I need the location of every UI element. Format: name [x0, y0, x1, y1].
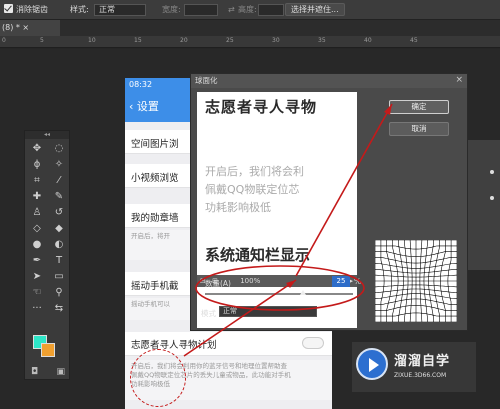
phone-item-title: 我的勋章墙 [131, 213, 179, 224]
dialog-title[interactable]: 球面化 [191, 74, 467, 88]
brush-icon[interactable]: ✎ [48, 189, 70, 203]
blur-icon[interactable]: ● [26, 237, 48, 251]
percent-sign: % [354, 277, 362, 286]
swap-colors-icon[interactable]: ⇆ [48, 301, 70, 315]
ruler-tick: 10 [88, 37, 96, 44]
ruler-tick: 0 [2, 37, 6, 44]
width-label: 宽度: [162, 5, 181, 14]
preview-heading: 志愿者寻人寻物 [205, 98, 318, 116]
phone-item-title: 摇动手机截 [131, 281, 179, 292]
ruler-tick: 25 [226, 37, 234, 44]
preview-heading-2: 系统通知栏显示 [205, 246, 311, 264]
close-icon[interactable]: × [455, 75, 463, 85]
ruler-tick: 35 [318, 37, 326, 44]
amount-slider[interactable] [205, 290, 353, 295]
zoom-icon[interactable]: ⚲ [48, 285, 70, 299]
lasso-icon[interactable]: ϕ [26, 157, 48, 171]
width-input[interactable] [184, 4, 218, 16]
horizontal-ruler: 0 5 10 15 20 25 30 35 40 45 [0, 36, 500, 48]
style-label: 样式: [70, 5, 89, 14]
healing-icon[interactable]: ✚ [26, 189, 48, 203]
history-brush-icon[interactable]: ↺ [48, 205, 70, 219]
path-select-icon[interactable]: ➤ [26, 269, 48, 283]
background-color-swatch[interactable] [41, 343, 55, 357]
watermark-name: 溜溜自学 [394, 354, 451, 369]
phone-toggle [302, 337, 324, 349]
preview-body-line: 佩戴QQ物联定位芯 [205, 183, 300, 196]
spherize-grid-thumbnail [375, 240, 457, 322]
antialias-checkbox[interactable] [4, 4, 13, 13]
ruler-tick: 30 [272, 37, 280, 44]
ruler-tick: 40 [364, 37, 372, 44]
mode-select[interactable]: 正常 [219, 306, 317, 317]
type-icon[interactable]: T [48, 253, 70, 267]
preview-body-line: 开启后，我们将会利 [205, 165, 304, 178]
amount-input[interactable]: 25 [332, 276, 350, 287]
magic-wand-icon[interactable]: ✧ [48, 157, 70, 171]
annotation-dashed-circle [130, 349, 186, 407]
eyedropper-icon[interactable]: ⁄ [48, 173, 70, 187]
zoom-level: 100% [240, 277, 261, 285]
options-bar: 消除锯齿 样式: 正常 宽度: ⇄ 高度: 选择并遮住... [0, 0, 500, 20]
document-tab-row: (8) * × [0, 20, 500, 36]
more-tools-icon[interactable]: ··· [26, 301, 48, 315]
panel-dot [490, 196, 494, 200]
spherize-dialog: 球面化 × 志愿者寻人寻物 开启后，我们将会利 佩戴QQ物联定位芯 功耗影响极低… [190, 73, 468, 331]
ruler-tick: 20 [180, 37, 188, 44]
cancel-button[interactable]: 取消 [389, 122, 449, 136]
stamp-icon[interactable]: ♙ [26, 205, 48, 219]
tools-panel: ◂◂ ✥ ◌ ϕ ✧ ⌗ ⁄ ✚ ✎ ♙ ↺ ◇ ◆ ● ◐ ✒ T ➤ ▭ ☜… [24, 130, 70, 380]
tools-panel-header[interactable]: ◂◂ [25, 131, 69, 139]
bucket-icon[interactable]: ◆ [48, 221, 70, 235]
select-and-mask-button[interactable]: 选择并遮住... [285, 3, 345, 16]
phone-item-title: 小视频浏览 [131, 173, 179, 184]
screen-mode-icon[interactable]: ▣ [56, 367, 65, 377]
eraser-icon[interactable]: ◇ [26, 221, 48, 235]
right-panel [466, 140, 500, 270]
marquee-icon[interactable]: ◌ [48, 141, 70, 155]
antialias-label: 消除锯齿 [16, 5, 48, 14]
phone-item-title: 空间图片浏 [131, 139, 179, 150]
panel-dot [490, 170, 494, 174]
quick-mask-icon[interactable]: ◘ [31, 367, 38, 377]
dodge-icon[interactable]: ◐ [48, 237, 70, 251]
height-input[interactable] [258, 4, 284, 16]
document-tab[interactable]: (8) * × [0, 20, 60, 36]
crop-icon[interactable]: ⌗ [26, 173, 48, 187]
amount-slider-knob[interactable] [300, 290, 306, 295]
hand-icon[interactable]: ☜ [26, 285, 48, 299]
style-select[interactable]: 正常 [94, 4, 146, 16]
ok-button[interactable]: 确定 [389, 100, 449, 114]
amount-label: 数量(A) [205, 279, 231, 288]
ruler-tick: 45 [410, 37, 418, 44]
phone-item-title: 志愿者寻人寻物计划 [131, 340, 217, 351]
pen-icon[interactable]: ✒ [26, 253, 48, 267]
move-icon[interactable]: ✥ [26, 141, 48, 155]
watermark-url: ZIXUE.3D66.COM [394, 372, 447, 379]
shape-icon[interactable]: ▭ [48, 269, 70, 283]
mode-label: 模式 [201, 309, 216, 318]
ruler-tick: 15 [134, 37, 142, 44]
watermark: 溜溜自学 ZIXUE.3D66.COM [352, 342, 476, 392]
swap-icon[interactable]: ⇄ [228, 4, 235, 15]
height-label: 高度: [238, 5, 257, 14]
ruler-tick: 5 [40, 37, 44, 44]
watermark-play-logo [356, 348, 388, 380]
preview-body-line: 功耗影响极低 [205, 201, 271, 214]
